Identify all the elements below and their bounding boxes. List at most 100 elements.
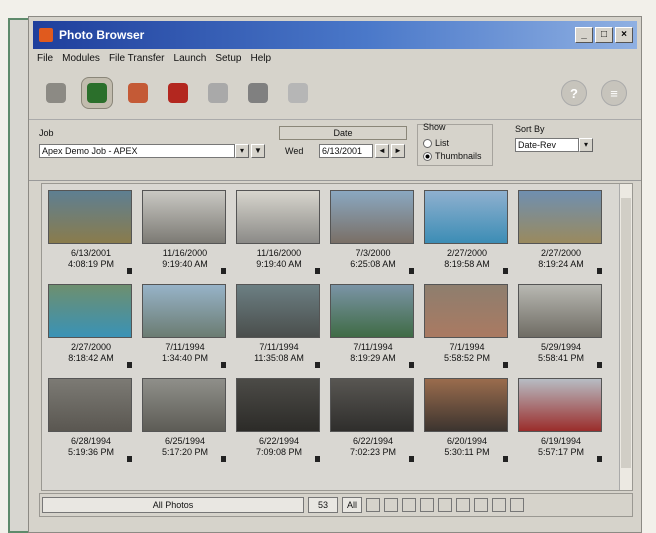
thumbnail-item[interactable]: 2/27/2000 8:18:42 AM: [48, 284, 134, 370]
sort-dropdown-button[interactable]: ▾: [579, 138, 593, 152]
thumbnail-image[interactable]: [330, 378, 414, 432]
thumbnail-caption: 11/16/2000 9:19:40 AM: [142, 248, 228, 270]
thumbnail-item[interactable]: 7/11/1994 1:34:40 PM: [142, 284, 228, 370]
close-button[interactable]: ×: [615, 27, 633, 43]
thumbnail-item[interactable]: 2/27/2000 8:19:24 AM: [518, 190, 604, 276]
thumbnail-item[interactable]: 6/28/1994 5:19:36 PM: [48, 378, 134, 464]
minimize-button[interactable]: _: [575, 27, 593, 43]
thumbnail-date: 6/28/1994: [70, 436, 112, 446]
tool-2[interactable]: [123, 78, 153, 108]
menu-modules[interactable]: Modules: [62, 53, 100, 64]
thumbnail-item[interactable]: 11/16/2000 9:19:40 AM: [142, 190, 228, 276]
thumbnail-item[interactable]: 6/22/1994 7:09:08 PM: [236, 378, 322, 464]
binoculars-icon[interactable]: [384, 498, 398, 512]
thumbnail-image[interactable]: [236, 190, 320, 244]
date-next-button[interactable]: ►: [391, 144, 405, 158]
cancel-icon[interactable]: [420, 498, 434, 512]
selection-mark: [221, 362, 226, 368]
thumbnail-image[interactable]: [48, 378, 132, 432]
help-button[interactable]: ?: [561, 80, 587, 106]
thumbnail-item[interactable]: 5/29/1994 5:58:41 PM: [518, 284, 604, 370]
tool-1[interactable]: [81, 77, 113, 109]
status-all[interactable]: All: [342, 497, 362, 513]
radio-list[interactable]: List: [423, 138, 449, 148]
thumbnail-pane: 6/13/2001 4:08:19 PM 11/16/2000 9:19:40 AM 1…: [41, 183, 633, 491]
thumbnail-item[interactable]: 6/19/1994 5:57:17 PM: [518, 378, 604, 464]
scanner-icon: [208, 83, 228, 103]
thumbnail-image[interactable]: [518, 284, 602, 338]
thumbnail-date: 6/22/1994: [258, 436, 300, 446]
sheet-icon[interactable]: [438, 498, 452, 512]
zoom-icon[interactable]: [456, 498, 470, 512]
thumbnail-image[interactable]: [142, 378, 226, 432]
radio-thumbnails[interactable]: Thumbnails: [423, 151, 482, 161]
thumbnail-image[interactable]: [424, 284, 508, 338]
menu-file[interactable]: File: [37, 53, 53, 64]
sort-select[interactable]: Date-Rev: [515, 138, 579, 152]
compare-icon[interactable]: [492, 498, 506, 512]
menu-file-transfer[interactable]: File Transfer: [109, 53, 165, 64]
thumbnail-item[interactable]: 2/27/2000 8:19:58 AM: [424, 190, 510, 276]
thumbnail-image[interactable]: [48, 190, 132, 244]
tool-4[interactable]: [203, 78, 233, 108]
thumbnail-image[interactable]: [236, 378, 320, 432]
rotate-icon[interactable]: [474, 498, 488, 512]
tool-5[interactable]: [243, 78, 273, 108]
thumbnail-image[interactable]: [236, 284, 320, 338]
tool-3[interactable]: [163, 78, 193, 108]
thumbnail-caption: 7/3/2000 6:25:08 AM: [330, 248, 416, 270]
thumbnail-time: 4:08:19 PM: [67, 259, 115, 269]
thumbnail-image[interactable]: [424, 190, 508, 244]
tool-6[interactable]: [283, 78, 313, 108]
exit-button[interactable]: ≡: [601, 80, 627, 106]
thumbnail-date: 2/27/2000: [70, 342, 112, 352]
thumbnail-image[interactable]: [330, 284, 414, 338]
thumbnail-item[interactable]: 7/3/2000 6:25:08 AM: [330, 190, 416, 276]
thumbnail-item[interactable]: 7/11/1994 8:19:29 AM: [330, 284, 416, 370]
list-icon[interactable]: [510, 498, 524, 512]
thumbnail-item[interactable]: 6/22/1994 7:02:23 PM: [330, 378, 416, 464]
selection-mark: [409, 268, 414, 274]
thumbnail-image[interactable]: [424, 378, 508, 432]
photo-browser-icon: [87, 83, 107, 103]
date-prev-button[interactable]: ◄: [375, 144, 389, 158]
selection-mark: [315, 456, 320, 462]
thumbnail-image[interactable]: [518, 378, 602, 432]
radio-list-dot: [423, 138, 432, 148]
thumbnail-caption: 7/1/1994 5:58:52 PM: [424, 342, 510, 364]
thumbnail-item[interactable]: 6/13/2001 4:08:19 PM: [48, 190, 134, 276]
selection-mark: [597, 362, 602, 368]
menu-help[interactable]: Help: [250, 53, 271, 64]
vertical-scrollbar[interactable]: [619, 184, 632, 490]
thumbnail-image[interactable]: [518, 190, 602, 244]
tool-0[interactable]: [41, 78, 71, 108]
thumbnail-date: 6/20/1994: [446, 436, 488, 446]
job-dropdown-button[interactable]: ▾: [235, 144, 249, 158]
job-select[interactable]: Apex Demo Job - APEX: [39, 144, 235, 158]
thumbnail-item[interactable]: 6/20/1994 5:30:11 PM: [424, 378, 510, 464]
thumbnail-image[interactable]: [48, 284, 132, 338]
thumbnail-caption: 6/28/1994 5:19:36 PM: [48, 436, 134, 458]
thumbnail-image[interactable]: [142, 284, 226, 338]
selection-mark: [503, 268, 508, 274]
thumbnail-image[interactable]: [142, 190, 226, 244]
scroll-thumb[interactable]: [621, 198, 631, 468]
thumbnail-item[interactable]: 6/25/1994 5:17:20 PM: [142, 378, 228, 464]
menu-setup[interactable]: Setup: [215, 53, 241, 64]
thumbnail-image[interactable]: [330, 190, 414, 244]
menu-launch[interactable]: Launch: [174, 53, 207, 64]
arrow-left-icon: ◄: [378, 146, 386, 155]
date-field[interactable]: 6/13/2001: [319, 144, 373, 158]
thumbnail-item[interactable]: 7/1/1994 5:58:52 PM: [424, 284, 510, 370]
check-icon[interactable]: [402, 498, 416, 512]
status-count: 53: [308, 497, 338, 513]
tool-grid-icon[interactable]: [366, 498, 380, 512]
thumbnail-time: 8:19:24 AM: [538, 259, 584, 269]
filter-button[interactable]: ▼: [251, 144, 265, 158]
thumbnail-item[interactable]: 11/16/2000 9:19:40 AM: [236, 190, 322, 276]
thumbnail-item[interactable]: 7/11/1994 11:35:08 AM: [236, 284, 322, 370]
maximize-button[interactable]: □: [595, 27, 613, 43]
selection-mark: [597, 268, 602, 274]
chevron-down-icon: ▾: [583, 140, 588, 149]
thumbnail-date: 6/22/1994: [352, 436, 394, 446]
